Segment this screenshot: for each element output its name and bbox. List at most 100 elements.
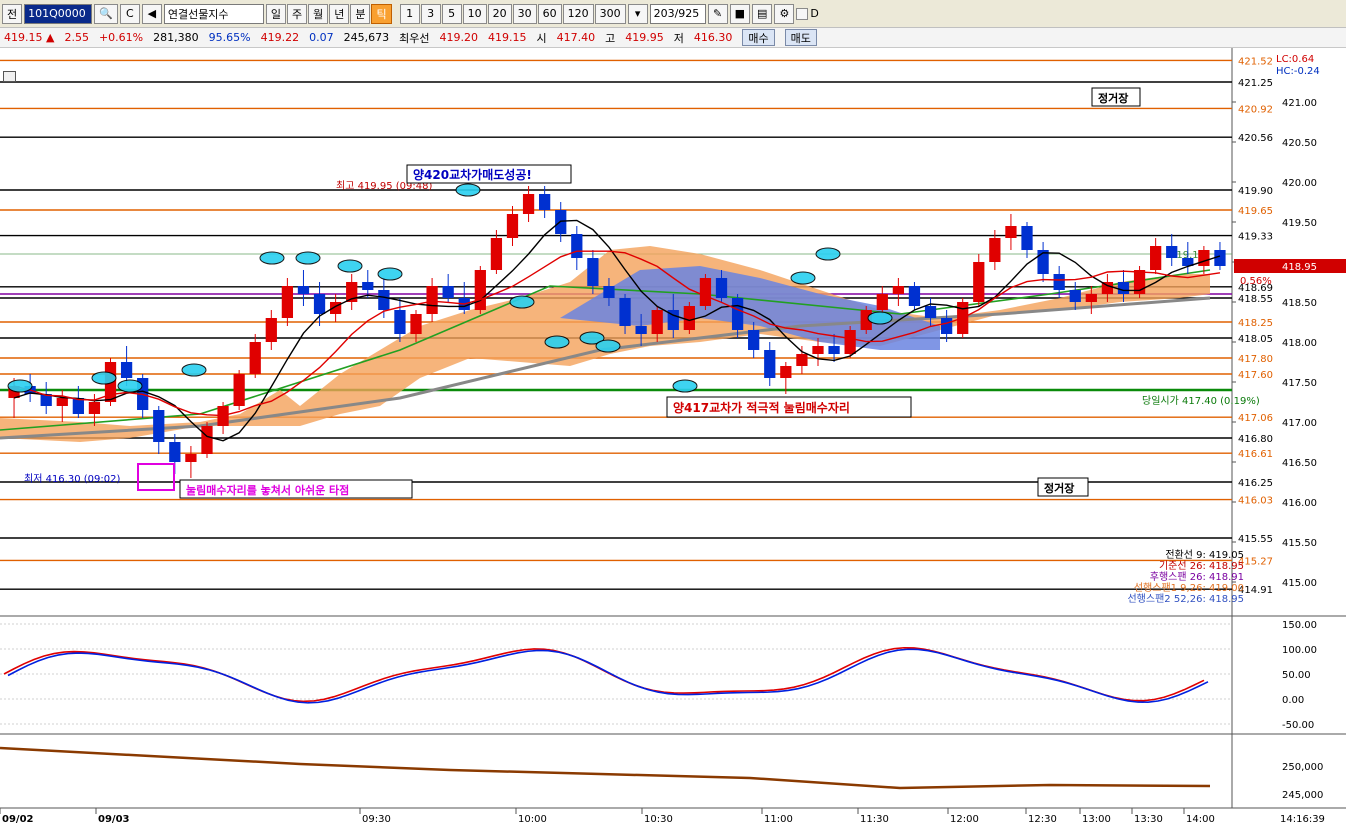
period-button-2[interactable]: 월 bbox=[308, 3, 329, 24]
marker-ellipse-13 bbox=[181, 363, 207, 377]
candle-body-55 bbox=[892, 286, 905, 294]
buy-zone-label: 양417교차가 적극적 눌림매수자리 bbox=[673, 400, 850, 415]
time-label-10: 13:30 bbox=[1134, 814, 1163, 825]
tick-button-5[interactable]: 5 bbox=[441, 3, 462, 24]
code-input[interactable]: 101Q0000 bbox=[24, 3, 93, 24]
table-toggle-icon[interactable] bbox=[3, 71, 16, 82]
count-input[interactable]: 203/925 bbox=[649, 3, 706, 24]
open-label: 시 bbox=[536, 31, 547, 45]
axis-tick-label-7: 417.50 bbox=[1282, 378, 1317, 389]
volume: 281,380 bbox=[153, 31, 199, 44]
price-change: 2.55 bbox=[64, 31, 89, 44]
candle-body-30 bbox=[490, 238, 503, 270]
candle-body-42 bbox=[683, 306, 695, 330]
tick-button-60[interactable]: 60 bbox=[537, 3, 562, 24]
level-label-10: 418.05 bbox=[1238, 334, 1273, 345]
candle-body-27 bbox=[442, 286, 454, 298]
low-label: 저 bbox=[673, 31, 684, 45]
legend-4: 선행스팬2 52,26: 418.95 bbox=[1127, 593, 1244, 605]
candle-body-51 bbox=[828, 346, 840, 354]
search-icon[interactable]: 🔍 bbox=[94, 3, 118, 24]
tick-button-120[interactable]: 120 bbox=[562, 3, 594, 24]
candle-body-57 bbox=[924, 306, 937, 318]
tick-button-10[interactable]: 10 bbox=[462, 3, 487, 24]
best-label: 최우선 bbox=[399, 31, 430, 45]
period-button-5[interactable]: 틱 bbox=[371, 3, 392, 24]
period-button-0[interactable]: 일 bbox=[265, 3, 286, 24]
current-pct-label: 0.56% bbox=[1240, 276, 1272, 287]
legend-0: 전환선 9: 419.05 bbox=[1165, 549, 1244, 561]
vol-tick-0: 250,000 bbox=[1282, 762, 1323, 773]
current-price: 419.15 ▲ bbox=[4, 31, 55, 44]
candle-body-47 bbox=[764, 350, 776, 378]
palette-icon[interactable]: ■ bbox=[729, 3, 750, 24]
success-label: 양420교차가매도성공! bbox=[413, 167, 532, 182]
candle-body-45 bbox=[731, 298, 744, 330]
hc-label: HC:-0.24 bbox=[1276, 66, 1320, 77]
axis-tick-label-8: 417.00 bbox=[1282, 418, 1317, 429]
time-label-7: 12:00 bbox=[950, 814, 979, 825]
candle-body-54 bbox=[876, 294, 888, 310]
dropdown-icon[interactable]: ▾ bbox=[627, 3, 648, 24]
marker-ellipse-16 bbox=[7, 379, 33, 393]
marker-ellipse-14 bbox=[91, 371, 117, 385]
candle-body-10 bbox=[169, 442, 181, 462]
chart-area[interactable]: 421.52 421.25 420.92 420.56 419.90 419.65 419.… bbox=[0, 48, 1346, 832]
candle-body-14 bbox=[233, 374, 245, 406]
price-change-pct: +0.61% bbox=[98, 31, 144, 44]
candle-body-52 bbox=[844, 330, 856, 354]
period-button-4[interactable]: 분 bbox=[350, 3, 371, 24]
compare-button[interactable]: C bbox=[119, 3, 140, 24]
level-label-5: 419.65 bbox=[1238, 206, 1273, 217]
missed-label: 눌림매수자리를 놓쳐서 아쉬운 타점 bbox=[186, 483, 349, 497]
marker-ellipse-15 bbox=[117, 379, 143, 393]
period-button-3[interactable]: 년 bbox=[329, 3, 350, 24]
tick-button-3[interactable]: 3 bbox=[420, 3, 441, 24]
candle-body-35 bbox=[571, 234, 583, 258]
candle-body-67 bbox=[1085, 294, 1097, 302]
save-icon[interactable]: ▤ bbox=[751, 3, 773, 24]
axis-tick-label-11: 415.50 bbox=[1282, 538, 1317, 549]
time-label-2: 09:30 bbox=[362, 814, 391, 825]
tools-icon[interactable]: ✎ bbox=[707, 3, 728, 24]
sound-icon[interactable]: ◀ bbox=[141, 3, 162, 24]
menu-button[interactable]: 전 bbox=[2, 3, 23, 24]
osc-tick-4: -50.00 bbox=[1282, 720, 1314, 731]
candle-body-46 bbox=[748, 330, 760, 350]
price-chart[interactable]: 421.52 421.25 420.92 420.56 419.90 419.65 419.… bbox=[0, 48, 1346, 832]
low-price: 416.30 bbox=[693, 31, 733, 44]
candle-body-19 bbox=[313, 294, 326, 314]
axis-tick-label-1: 420.50 bbox=[1282, 138, 1317, 149]
tick-button-30[interactable]: 30 bbox=[512, 3, 537, 24]
tick-group: 1 3 5 10 20 30 60 120 300 bbox=[399, 3, 626, 24]
best-ask: 419.20 bbox=[439, 31, 478, 44]
checkbox-icon[interactable] bbox=[796, 7, 809, 20]
product-input[interactable]: 연결선물지수 bbox=[163, 3, 264, 24]
marker-ellipse-5 bbox=[509, 295, 535, 309]
time-label-8: 12:30 bbox=[1028, 814, 1057, 825]
sell-button[interactable]: 매도 bbox=[784, 29, 817, 46]
marker-ellipse-8 bbox=[595, 339, 621, 353]
candle-body-25 bbox=[410, 314, 422, 334]
buy-button[interactable]: 매수 bbox=[742, 29, 775, 46]
candle-body-71 bbox=[1150, 246, 1162, 270]
basis: 0.07 bbox=[309, 31, 334, 44]
level-label-11: 417.80 bbox=[1238, 354, 1273, 365]
candle-body-74 bbox=[1198, 250, 1210, 266]
candle-body-44 bbox=[715, 278, 728, 298]
candle-body-31 bbox=[506, 214, 519, 238]
tick-button-1[interactable]: 1 bbox=[399, 3, 420, 24]
period-button-1[interactable]: 주 bbox=[286, 3, 308, 24]
candle-body-60 bbox=[973, 262, 985, 302]
tick-button-20[interactable]: 20 bbox=[487, 3, 512, 24]
marker-ellipse-9 bbox=[672, 379, 698, 393]
vol-tick-1: 245,000 bbox=[1282, 790, 1323, 801]
legend-1: 기준선 26: 418.95 bbox=[1159, 560, 1244, 572]
axis-tick-label-0: 421.00 bbox=[1282, 98, 1317, 109]
gear-icon[interactable]: ⚙ bbox=[774, 3, 795, 24]
candle-body-5 bbox=[88, 402, 101, 414]
candle-body-33 bbox=[539, 194, 551, 210]
time-label-0: 09/02 bbox=[2, 814, 34, 825]
marker-ellipse-2 bbox=[295, 251, 321, 265]
tick-button-300[interactable]: 300 bbox=[594, 3, 626, 24]
